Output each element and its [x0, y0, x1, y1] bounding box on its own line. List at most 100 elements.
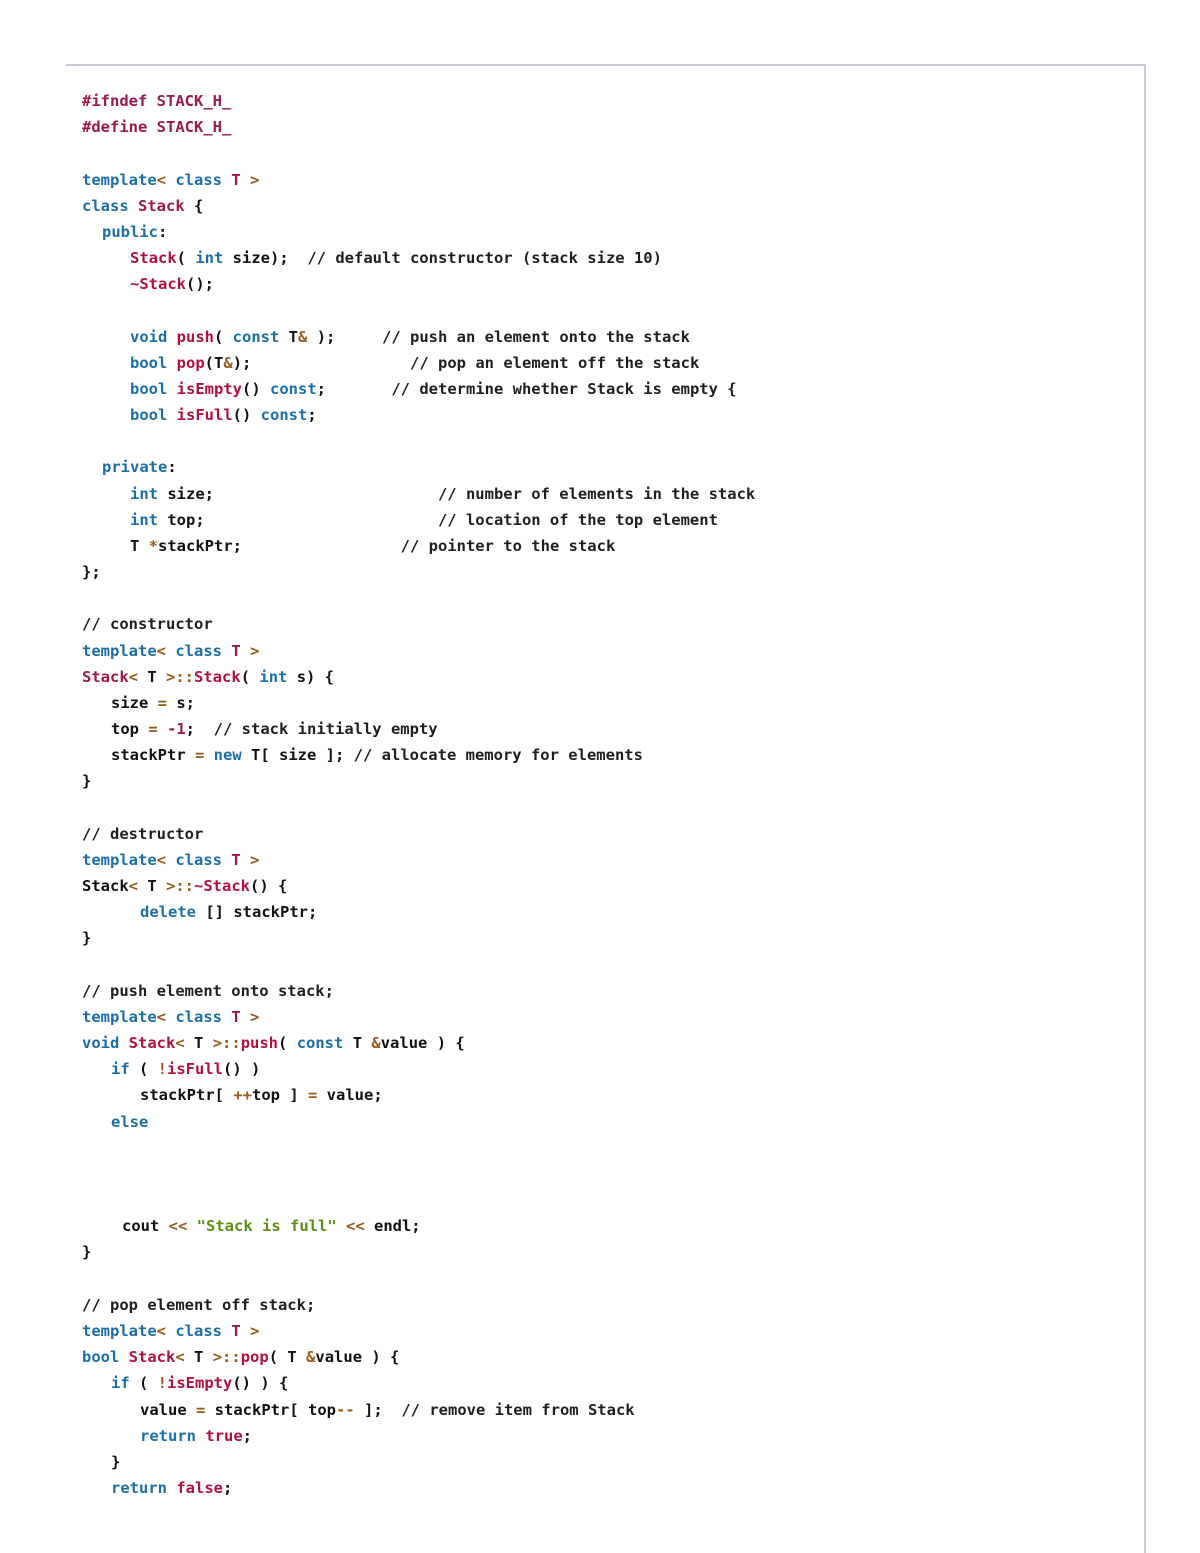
code-token: ; — [316, 379, 392, 398]
code-token: & — [371, 1034, 381, 1053]
code-token: const — [270, 379, 317, 398]
code-token: // push element onto stack; — [82, 981, 334, 1000]
code-token: ( — [214, 327, 233, 346]
code-token: template — [82, 1007, 157, 1026]
code-token: -- — [336, 1400, 364, 1419]
code-line: return false; — [111, 1475, 232, 1501]
code-token: // determine whether Stack is empty { — [391, 379, 737, 398]
code-token: value ) { — [315, 1348, 400, 1367]
code-token: ( — [268, 1348, 288, 1367]
code-token: s) { — [296, 667, 335, 686]
code-line: bool Stack< T >::pop( T &value ) { — [82, 1344, 399, 1370]
code-line: template< class T > — [82, 638, 259, 664]
code-line: void push( const T& ); // push an elemen… — [130, 324, 690, 350]
code-token: value; — [326, 1086, 383, 1105]
code-token: isFull — [176, 406, 233, 425]
code-token: class — [175, 1007, 232, 1026]
code-token: cout — [122, 1217, 169, 1236]
code-token: << — [336, 1217, 374, 1236]
code-line: template< class T > — [82, 1004, 259, 1030]
code-token: ; — [223, 1479, 233, 1497]
code-token: // constructor — [82, 615, 213, 634]
code-token: stackPtr; — [158, 536, 401, 555]
code-line: Stack< T >::~Stack() { — [82, 873, 287, 899]
code-token: template — [82, 850, 157, 869]
code-token: : — [158, 222, 168, 241]
code-token: ]; — [364, 1400, 402, 1419]
code-token: class — [175, 641, 232, 660]
code-line: ~Stack(); — [130, 271, 214, 297]
code-token: < — [156, 641, 176, 660]
code-line: Stack( int size); // default constructor… — [130, 245, 662, 271]
code-token: bool — [130, 353, 177, 372]
code-token: new — [213, 746, 251, 765]
code-panel: #ifndef STACK_H_ #define STACK_H_ template… — [66, 64, 1146, 1553]
code-token: size); — [232, 249, 308, 268]
code-token: > — [240, 850, 260, 869]
code-line: else — [111, 1109, 148, 1135]
code-token: ; — [307, 406, 317, 425]
code-token: > — [240, 641, 260, 660]
code-token: ); — [232, 353, 410, 372]
code-token: #ifndef STACK_H_ — [82, 92, 232, 110]
code-line: bool pop(T&); // pop an element off the … — [130, 350, 699, 376]
code-token: > — [240, 1321, 260, 1340]
code-token: // number of elements in the stack — [437, 484, 756, 503]
code-token: & — [306, 1348, 316, 1367]
code-token: stackPtr[ — [140, 1086, 234, 1105]
code-line: delete [] stackPtr; — [140, 899, 317, 925]
code-token: > — [240, 170, 260, 189]
code-line: stackPtr[ ++top ] = value; — [140, 1082, 383, 1108]
code-token: isEmpty — [167, 1374, 233, 1393]
code-token: const — [296, 1034, 353, 1053]
code-token: ( — [139, 1374, 158, 1393]
code-token: // default constructor (stack size 10) — [307, 249, 662, 268]
code-token: < — [175, 1034, 195, 1053]
code-token: () — [232, 406, 261, 425]
code-token: false — [176, 1479, 223, 1497]
code-token: int — [195, 249, 233, 268]
code-token: }; — [82, 563, 101, 582]
code-token: // pointer to the stack — [400, 536, 616, 555]
code-token: // stack initially empty — [213, 720, 438, 739]
code-token: T[ size ]; — [251, 746, 354, 765]
code-line: T *stackPtr; // pointer to the stack — [130, 533, 615, 559]
code-token: Stack — [194, 667, 241, 686]
code-line: stackPtr = new T[ size ]; // allocate me… — [111, 742, 643, 768]
code-token: top; — [167, 510, 438, 529]
code-token: & — [298, 327, 308, 346]
code-token: = — [196, 1400, 215, 1419]
code-token: ( — [240, 667, 260, 686]
code-token: const — [232, 327, 289, 346]
code-line: bool isEmpty() const; // determine wheth… — [130, 376, 737, 402]
code-token: < — [156, 1007, 176, 1026]
code-token: class — [175, 1321, 232, 1340]
code-token: (T — [204, 353, 224, 372]
code-token: class — [175, 850, 232, 869]
code-token: int — [259, 667, 297, 686]
code-line: int size; // number of elements in the s… — [130, 481, 755, 507]
code-line: } — [111, 1449, 120, 1475]
code-token: T — [194, 1034, 213, 1053]
code-token: int — [130, 484, 168, 503]
code-token: ~Stack — [194, 877, 251, 896]
code-token: ! — [157, 1374, 168, 1393]
code-line: top = -1; // stack initially empty — [111, 716, 438, 742]
code-token: stackPtr[ top — [214, 1400, 336, 1419]
code-line: // constructor — [82, 611, 213, 637]
code-line: public: — [102, 219, 167, 245]
code-token: pop — [176, 353, 205, 372]
code-token: ; — [242, 1426, 252, 1445]
code-token: void — [82, 1034, 129, 1053]
code-token: top — [111, 720, 149, 739]
code-line: } — [82, 925, 91, 951]
code-token: & — [223, 353, 233, 372]
code-token: class — [82, 196, 138, 215]
code-line: private: — [102, 454, 177, 480]
code-token: T — [231, 1007, 241, 1026]
code-token: ( — [176, 249, 196, 268]
code-token: void — [130, 327, 177, 346]
code-token: (); — [186, 275, 214, 294]
code-token: pop — [240, 1348, 269, 1367]
code-token: ~Stack — [130, 275, 186, 294]
